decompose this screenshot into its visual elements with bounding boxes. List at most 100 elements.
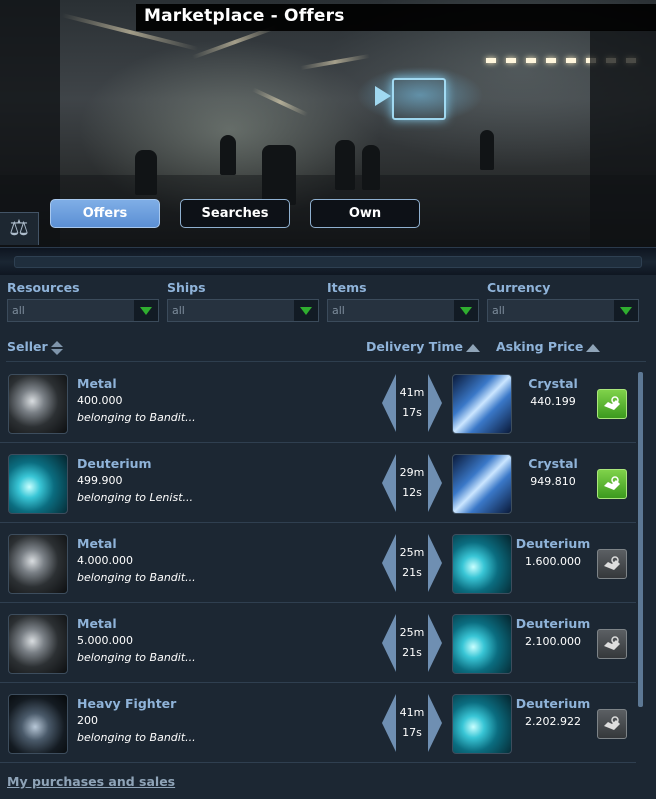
ceiling-lamp (486, 58, 496, 63)
price-item-name: Crystal (528, 376, 578, 391)
column-header-label: Seller (7, 339, 48, 354)
sort-asc-icon (586, 343, 601, 352)
delivery-seconds: 21s (402, 646, 422, 659)
offers-panel: Resources all Ships all Items all Curren… (0, 275, 656, 799)
arrow-left-icon (382, 374, 396, 432)
handshake-icon (604, 636, 620, 650)
dropdown-arrow-icon[interactable] (134, 300, 158, 321)
arrow-left-icon (382, 694, 396, 752)
scales-icon[interactable]: ⚖ (0, 212, 39, 245)
offer-row: Metal 4.000.000 belonging to Bandit... 2… (0, 522, 636, 603)
delivery-seconds: 17s (402, 406, 422, 419)
accept-offer-button-disabled[interactable] (597, 709, 627, 739)
deuterium-icon (8, 454, 68, 514)
tab-own[interactable]: Own (310, 199, 420, 228)
handshake-icon (604, 716, 620, 730)
offer-row: Heavy Fighter 200 belonging to Bandit...… (0, 682, 636, 763)
ceiling-lamp (546, 58, 556, 63)
offer-item-name: Metal (77, 616, 117, 631)
filter-value: all (172, 304, 185, 317)
figure-silhouette (135, 150, 157, 195)
arrow-right-icon (428, 534, 442, 592)
column-header-seller[interactable]: Seller (7, 339, 63, 355)
filter-select-ships[interactable]: all (167, 299, 319, 322)
figure-silhouette (220, 135, 236, 175)
figure-silhouette (262, 145, 296, 205)
offer-amount: 499.900 (77, 474, 123, 487)
filter-value: all (332, 304, 345, 317)
filter-select-resources[interactable]: all (7, 299, 159, 322)
filter-value: all (492, 304, 505, 317)
ceiling-lamp (526, 58, 536, 63)
accept-offer-button[interactable] (597, 469, 627, 499)
offer-owner: belonging to Bandit... (77, 731, 196, 744)
offer-row: Metal 5.000.000 belonging to Bandit... 2… (0, 602, 636, 683)
offer-row: Deuterium 499.900 belonging to Lenist...… (0, 442, 636, 523)
arrow-right-icon (428, 454, 442, 512)
delivery-seconds: 12s (402, 486, 422, 499)
sort-asc-icon (466, 343, 481, 352)
header-banner: Marketplace - Offers Offers Searches Own… (0, 0, 656, 247)
offer-item-name: Heavy Fighter (77, 696, 177, 711)
handshake-icon (604, 476, 620, 490)
handshake-icon (604, 556, 620, 570)
filter-label-items: Items (327, 280, 367, 295)
price-item-name: Deuterium (515, 696, 591, 711)
arrow-left-icon (382, 534, 396, 592)
arrow-left-icon (382, 614, 396, 672)
heavy-fighter-icon (8, 694, 68, 754)
price-value: 2.100.000 (525, 635, 581, 648)
column-header-delivery[interactable]: Delivery Time (366, 339, 481, 354)
tab-offers[interactable]: Offers (50, 199, 160, 228)
delivery-minutes: 25m (399, 626, 425, 639)
offer-owner: belonging to Bandit... (77, 571, 196, 584)
figure-silhouette (362, 145, 380, 190)
column-header-label: Delivery Time (366, 339, 464, 354)
offer-owner: belonging to Bandit... (77, 651, 196, 664)
purchases-and-sales-link[interactable]: My purchases and sales (7, 774, 175, 789)
delivery-minutes: 41m (399, 706, 425, 719)
price-item-name: Crystal (528, 456, 578, 471)
filter-label-ships: Ships (167, 280, 206, 295)
crystal-icon (452, 374, 512, 434)
offer-amount: 200 (77, 714, 98, 727)
accept-offer-button-disabled[interactable] (597, 629, 627, 659)
price-item-name: Deuterium (515, 616, 591, 631)
delivery-minutes: 41m (399, 386, 425, 399)
scrollbar[interactable] (638, 372, 643, 707)
dropdown-arrow-icon[interactable] (454, 300, 478, 321)
shopping-cart-icon (392, 78, 446, 120)
price-value: 949.810 (530, 475, 576, 488)
column-header-price[interactable]: Asking Price (496, 339, 601, 354)
delivery-time: 25m 21s (382, 534, 442, 592)
crystal-icon (452, 454, 512, 514)
filter-select-currency[interactable]: all (487, 299, 639, 322)
filter-select-items[interactable]: all (327, 299, 479, 322)
ceiling-lamp (506, 58, 516, 63)
section-divider (0, 247, 656, 277)
arrow-left-icon (382, 454, 396, 512)
filter-value: all (12, 304, 25, 317)
metal-icon (8, 534, 68, 594)
dropdown-arrow-icon[interactable] (294, 300, 318, 321)
dropdown-arrow-icon[interactable] (614, 300, 638, 321)
delivery-time: 41m 17s (382, 694, 442, 752)
ceiling-light (300, 53, 370, 71)
accept-offer-button[interactable] (597, 389, 627, 419)
figure-silhouette (480, 130, 494, 170)
ceiling-lamp (566, 58, 576, 63)
metal-icon (8, 374, 68, 434)
delivery-seconds: 17s (402, 726, 422, 739)
offer-item-name: Deuterium (77, 456, 152, 471)
filter-label-currency: Currency (487, 280, 551, 295)
price-value: 2.202.922 (525, 715, 581, 728)
ceiling-light (251, 87, 309, 117)
deuterium-icon (452, 614, 512, 674)
accept-offer-button-disabled[interactable] (597, 549, 627, 579)
deuterium-icon (452, 534, 512, 594)
delivery-time: 41m 17s (382, 374, 442, 432)
offer-amount: 5.000.000 (77, 634, 133, 647)
divider-bar (14, 256, 642, 268)
tab-searches[interactable]: Searches (180, 199, 290, 228)
filter-label-resources: Resources (7, 280, 80, 295)
